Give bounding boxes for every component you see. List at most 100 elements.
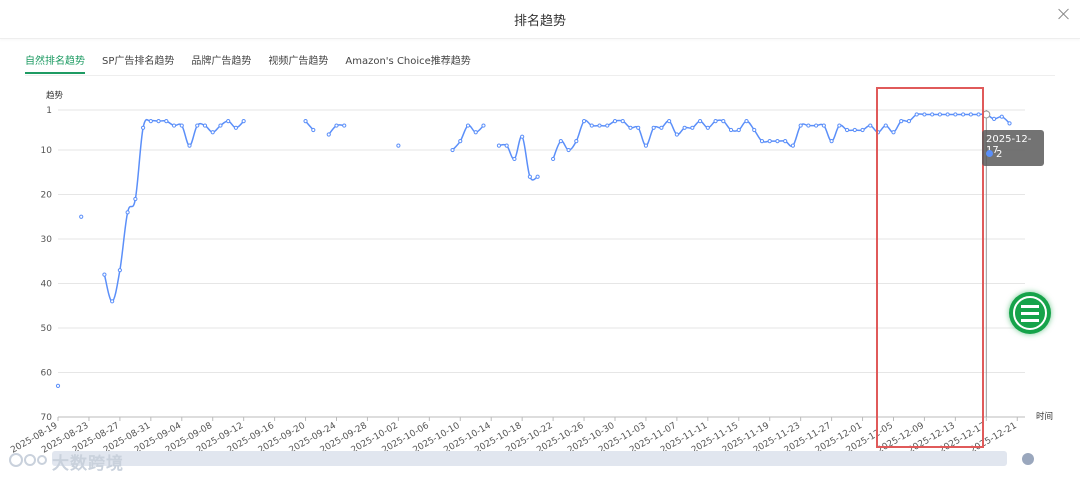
data-point (133, 196, 138, 202)
series-dot-icon (986, 150, 993, 157)
data-point (736, 127, 741, 133)
data-point (520, 134, 525, 139)
data-point (783, 139, 788, 144)
data-point (982, 110, 991, 119)
y-tick-label: 40 (41, 280, 53, 290)
data-point (171, 123, 177, 128)
data-point (164, 119, 169, 124)
data-point (566, 147, 571, 153)
data-point (883, 123, 888, 128)
data-point (558, 139, 563, 144)
data-point (458, 139, 463, 144)
data-point (605, 123, 610, 128)
data-point (814, 123, 819, 128)
data-point (465, 123, 471, 128)
data-point (790, 143, 796, 148)
data-point (110, 299, 115, 304)
data-point (620, 119, 625, 124)
zoom-slider-handle[interactable] (1022, 453, 1034, 465)
data-point (697, 119, 703, 124)
data-point (140, 125, 146, 130)
data-point (744, 119, 749, 124)
data-point (643, 143, 649, 148)
data-point (504, 143, 509, 148)
data-point (674, 132, 679, 137)
data-point (334, 123, 339, 128)
data-point (218, 123, 223, 128)
data-point (117, 268, 122, 273)
menu-icon-bar-3 (1021, 319, 1039, 322)
data-point (148, 119, 153, 124)
data-point (682, 125, 687, 130)
data-point (899, 119, 904, 124)
data-point (844, 127, 850, 133)
data-point (450, 147, 455, 153)
data-point (767, 139, 772, 144)
chart-tooltip: 2025-12-17 2 (982, 130, 1044, 166)
data-point (945, 112, 950, 117)
data-point (953, 112, 958, 117)
data-point (868, 123, 873, 128)
data-point (968, 112, 973, 117)
data-point (303, 119, 308, 124)
series-line (103, 118, 245, 303)
y-axis-label: 趋势 (46, 90, 64, 101)
series-line (451, 124, 485, 151)
x-axis-label: 时间 (1036, 411, 1053, 422)
data-point (991, 116, 997, 121)
data-point (976, 112, 981, 117)
data-point (311, 127, 316, 133)
data-point (752, 127, 757, 133)
data-point (187, 143, 192, 148)
data-point (156, 119, 161, 124)
data-point (512, 156, 517, 162)
data-point (233, 125, 239, 130)
zoom-slider[interactable] (52, 451, 1007, 466)
series-line (498, 135, 538, 181)
data-point (852, 127, 857, 133)
data-point (891, 130, 896, 135)
data-point (961, 112, 966, 117)
y-tick-label: 60 (41, 369, 53, 379)
data-point (396, 143, 401, 148)
rank-trend-chart[interactable]: 110203040506070趋势时间2025-08-192025-08-232… (0, 0, 1080, 479)
data-point (821, 123, 826, 128)
data-point (1007, 121, 1012, 126)
data-point (937, 112, 943, 117)
data-point (102, 272, 107, 277)
data-point (179, 123, 184, 128)
data-point (326, 132, 331, 137)
y-tick-label: 1 (46, 106, 52, 116)
eye-logo-icon (9, 453, 47, 467)
data-point (79, 214, 84, 219)
y-tick-label: 10 (41, 146, 53, 156)
y-tick-label: 50 (41, 324, 53, 334)
data-point (721, 119, 726, 124)
data-point (574, 139, 579, 144)
data-point (551, 156, 556, 162)
data-point (241, 119, 246, 124)
data-point (728, 127, 734, 133)
data-point (860, 127, 865, 133)
data-point (999, 114, 1004, 119)
data-point (922, 112, 927, 117)
data-point (837, 123, 842, 128)
data-point (713, 119, 718, 124)
menu-fab-button[interactable] (1009, 292, 1051, 334)
data-point (930, 112, 935, 117)
menu-icon (1021, 305, 1039, 308)
data-point (535, 174, 540, 179)
data-point (612, 119, 618, 124)
data-point (589, 123, 594, 128)
data-point (798, 123, 803, 128)
data-point (195, 123, 200, 128)
watermark-text: 大数跨境 (52, 454, 124, 474)
data-point (875, 130, 881, 135)
data-point (829, 139, 834, 144)
data-point (636, 125, 641, 130)
data-point (667, 119, 672, 124)
menu-icon-bar-2 (1021, 312, 1039, 315)
data-point (210, 130, 215, 135)
y-tick-label: 20 (41, 191, 53, 201)
data-point (202, 123, 208, 128)
